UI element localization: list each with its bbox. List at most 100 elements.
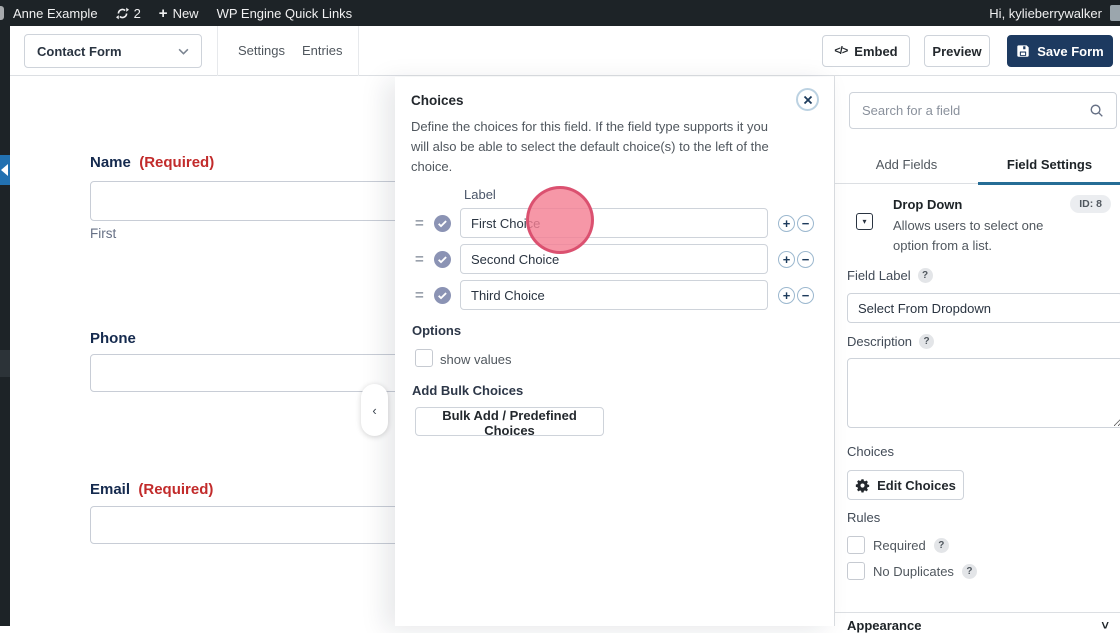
- no-duplicates-checkbox[interactable]: [847, 562, 865, 580]
- form-switcher-dropdown[interactable]: Contact Form: [24, 34, 202, 68]
- avatar[interactable]: [1110, 5, 1120, 21]
- required-checkbox[interactable]: [847, 536, 865, 554]
- default-choice-toggle-icon[interactable]: [434, 250, 451, 268]
- field-label-text: Field Label: [847, 268, 911, 283]
- admin-menu-item[interactable]: [0, 350, 10, 377]
- preview-button[interactable]: Preview: [924, 35, 990, 67]
- no-duplicates-rule-row: No Duplicates ?: [847, 562, 977, 580]
- field-type-name: Drop Down: [893, 197, 963, 212]
- description-setting: Description ?: [847, 334, 935, 349]
- settings-link[interactable]: Settings: [238, 43, 285, 58]
- sidebar-tabs: Add Fields Field Settings: [835, 148, 1120, 185]
- sidebar-collapse-toggle[interactable]: ‹: [361, 384, 388, 436]
- admin-menu-current-item[interactable]: [0, 155, 10, 185]
- no-duplicates-label: No Duplicates: [873, 563, 954, 579]
- toolbar-divider: [358, 26, 359, 76]
- site-name-menu[interactable]: Anne Example: [4, 0, 107, 26]
- updates-count: 2: [133, 5, 141, 21]
- required-indicator: (Required): [139, 154, 215, 171]
- drag-handle-icon[interactable]: =: [415, 251, 429, 268]
- choices-flyout-panel: Choices Define the choices for this fiel…: [395, 77, 834, 626]
- chevron-left-icon: ‹: [372, 402, 377, 418]
- name-first-sublabel: First: [90, 226, 117, 241]
- wp-admin-menu-collapsed[interactable]: [0, 26, 10, 626]
- drag-handle-icon[interactable]: =: [415, 287, 429, 304]
- section-divider: [835, 612, 1120, 613]
- search-input[interactable]: [850, 103, 1089, 118]
- bulk-add-button[interactable]: Bulk Add / Predefined Choices: [415, 407, 604, 438]
- tab-field-settings[interactable]: Field Settings: [978, 148, 1120, 185]
- toolbar-divider: [217, 26, 218, 76]
- help-icon[interactable]: ?: [917, 268, 933, 283]
- plus-icon: +: [158, 4, 168, 22]
- default-choice-toggle-icon[interactable]: [434, 286, 451, 304]
- choice-label-input[interactable]: [460, 208, 768, 238]
- flyout-description: Define the choices for this field. If th…: [411, 119, 769, 175]
- add-choice-button[interactable]: +: [778, 287, 795, 304]
- default-choice-toggle-icon[interactable]: [434, 214, 451, 232]
- show-values-checkbox[interactable]: [415, 349, 433, 367]
- tab-add-fields[interactable]: Add Fields: [835, 148, 978, 183]
- close-icon: [803, 95, 812, 104]
- field-settings-sidebar: Add Fields Field Settings ▾ Drop Down ID…: [834, 76, 1120, 633]
- edit-choices-button[interactable]: Edit Choices: [847, 470, 964, 500]
- remove-choice-button[interactable]: −: [797, 215, 814, 232]
- new-content-menu[interactable]: + New: [150, 0, 208, 26]
- save-icon: [1017, 45, 1029, 57]
- wp-engine-quick-links-menu[interactable]: WP Engine Quick Links: [208, 0, 362, 26]
- close-button[interactable]: [796, 88, 819, 111]
- choice-label-input[interactable]: [460, 244, 768, 274]
- choices-label-header: Label: [464, 187, 496, 202]
- click-indicator: [526, 186, 594, 254]
- help-icon[interactable]: ?: [933, 537, 949, 553]
- updates-menu[interactable]: 2: [107, 0, 150, 26]
- required-rule-row: Required ?: [847, 536, 949, 554]
- add-choice-button[interactable]: +: [778, 251, 795, 268]
- embed-label: Embed: [854, 43, 898, 59]
- updates-icon: [115, 7, 129, 19]
- admin-bar-right: Hi, kylieberrywalker: [989, 0, 1120, 26]
- embed-button[interactable]: </> Embed: [822, 35, 910, 67]
- add-choice-button[interactable]: +: [778, 215, 795, 232]
- help-icon[interactable]: ?: [961, 563, 977, 579]
- description-textarea[interactable]: [847, 358, 1120, 428]
- required-label: Required: [873, 537, 926, 553]
- email-field-label: Email (Required): [90, 481, 213, 498]
- field-label-input[interactable]: [847, 293, 1120, 323]
- wp-admin-bar: Anne Example 2 + New WP Engine Quick Lin…: [0, 0, 1120, 26]
- flyout-title: Choices: [411, 93, 464, 108]
- site-name-label: Anne Example: [13, 5, 98, 21]
- gear-icon: [855, 478, 870, 493]
- form-switcher-value: Contact Form: [37, 43, 122, 59]
- admin-bar-left: Anne Example 2 + New WP Engine Quick Lin…: [0, 0, 361, 26]
- menu-arrow-icon: [1, 164, 8, 176]
- edit-choices-label: Edit Choices: [877, 477, 956, 493]
- search-icon: [1090, 104, 1103, 117]
- code-icon: </>: [834, 45, 848, 57]
- dropdown-field-icon: ▾: [856, 213, 873, 230]
- field-label-text: Phone: [90, 330, 136, 347]
- field-label-text: Email: [90, 481, 131, 498]
- show-values-label: show values: [440, 352, 512, 367]
- choice-row: =: [411, 208, 451, 238]
- user-greeting[interactable]: Hi, kylieberrywalker: [989, 6, 1102, 21]
- remove-choice-button[interactable]: −: [797, 251, 814, 268]
- entries-link[interactable]: Entries: [302, 43, 342, 58]
- help-icon[interactable]: ?: [919, 334, 935, 349]
- drag-handle-icon[interactable]: =: [415, 215, 429, 232]
- rules-setting: Rules: [847, 510, 880, 525]
- bulk-choices-header: Add Bulk Choices: [412, 383, 524, 398]
- save-form-label: Save Form: [1037, 43, 1104, 59]
- description-label-text: Description: [847, 334, 913, 349]
- choices-label-text: Choices: [847, 444, 894, 459]
- choice-label-input[interactable]: [460, 280, 768, 310]
- phone-field-label: Phone: [90, 330, 136, 347]
- remove-choice-button[interactable]: −: [797, 287, 814, 304]
- name-field-label: Name (Required): [90, 154, 214, 171]
- field-search-box: [849, 92, 1117, 129]
- save-form-button[interactable]: Save Form: [1007, 35, 1113, 67]
- options-header: Options: [412, 323, 462, 338]
- chevron-down-icon: [178, 48, 189, 55]
- form-editor-toolbar: Contact Form Settings Entries </> Embed …: [10, 26, 1120, 76]
- choices-setting: Choices: [847, 444, 894, 459]
